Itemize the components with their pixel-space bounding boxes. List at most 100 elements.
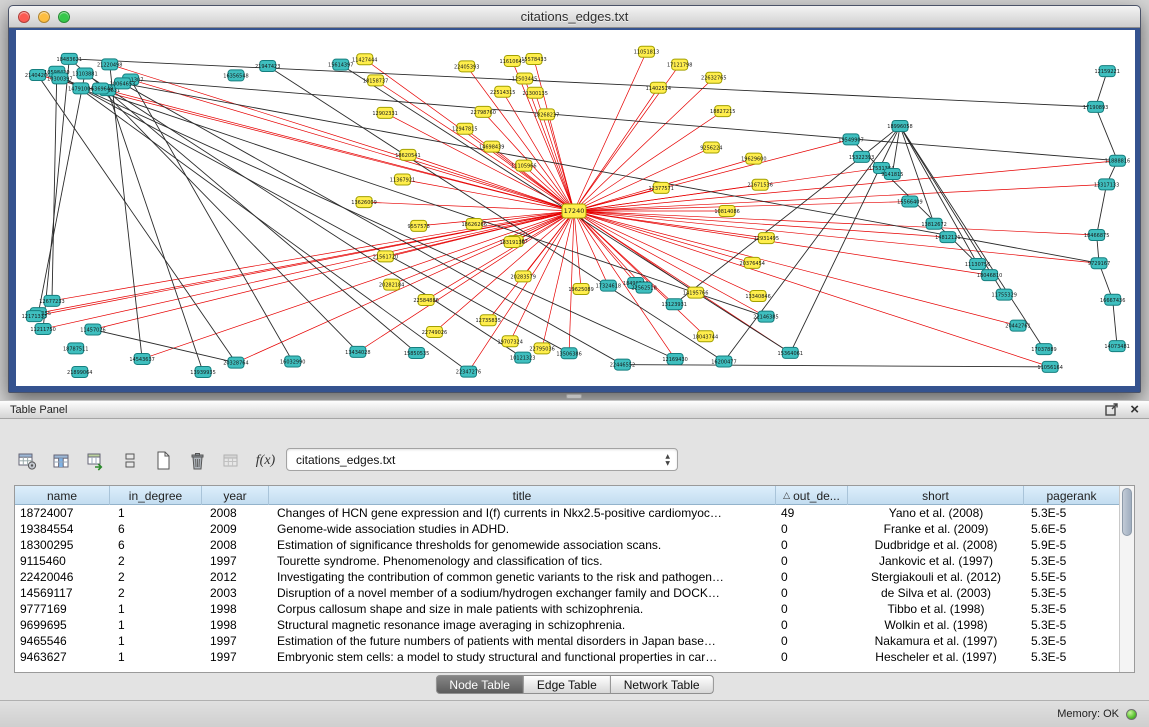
- graph-node[interactable]: 14543637: [129, 353, 154, 364]
- graph-node[interactable]: 11105966: [511, 160, 536, 171]
- graph-node[interactable]: 16667436: [1100, 294, 1125, 305]
- tab-node-table[interactable]: Node Table: [435, 675, 524, 694]
- graph-node[interactable]: 11051813: [634, 46, 659, 57]
- graph-node[interactable]: 21947423: [255, 61, 280, 72]
- column-header-out-degree[interactable]: △out_de...: [776, 486, 848, 505]
- graph-node[interactable]: 18827215: [710, 106, 735, 117]
- graph-node[interactable]: 18268237: [534, 109, 559, 120]
- graph-node[interactable]: 19629600: [741, 153, 766, 164]
- graph-node[interactable]: 15614397: [328, 59, 353, 70]
- graph-node[interactable]: 18046810: [977, 270, 1002, 281]
- graph-node[interactable]: 13506386: [556, 348, 581, 359]
- graph-node[interactable]: 18043744: [693, 331, 718, 342]
- graph-node[interactable]: 12735835: [475, 315, 500, 326]
- minimize-window-button[interactable]: [38, 11, 50, 23]
- graph-node[interactable]: 21561720: [373, 251, 398, 262]
- table-row[interactable]: 2242004622012Investigating the contribut…: [15, 569, 1134, 585]
- memory-status-indicator[interactable]: [1126, 709, 1137, 720]
- graph-node[interactable]: 14195766: [683, 287, 708, 298]
- graph-node[interactable]: 9557578: [408, 220, 430, 231]
- column-header-year[interactable]: year: [202, 486, 269, 505]
- graph-node[interactable]: 9256224: [700, 142, 722, 153]
- graph-node[interactable]: 22347276: [456, 366, 481, 377]
- graph-node[interactable]: 16032990: [280, 356, 305, 367]
- graph-node[interactable]: 22632765: [701, 72, 726, 83]
- graph-node[interactable]: 16200477: [711, 356, 736, 367]
- graph-node[interactable]: 12503445: [512, 73, 537, 84]
- new-table-button[interactable]: [150, 448, 177, 474]
- tab-network-table[interactable]: Network Table: [611, 675, 714, 694]
- graph-node[interactable]: 18996058: [887, 121, 912, 132]
- close-panel-icon[interactable]: ×: [1130, 403, 1139, 416]
- graph-node[interactable]: 15578433: [521, 53, 546, 64]
- function-builder-button[interactable]: f(x): [252, 448, 279, 474]
- graph-node[interactable]: 11755329: [992, 289, 1017, 300]
- graph-node[interactable]: 13103881: [72, 68, 97, 79]
- graph-node[interactable]: 13123931: [662, 299, 687, 310]
- network-canvas[interactable]: 2279503619707324127358352274902622584886…: [16, 30, 1135, 386]
- delete-table-button[interactable]: [184, 448, 211, 474]
- column-header-short[interactable]: short: [848, 486, 1024, 505]
- graph-node[interactable]: 18466875: [1084, 229, 1109, 240]
- table-row[interactable]: 1456911722003Disruption of a novel membe…: [15, 585, 1134, 601]
- show-columns-button[interactable]: [48, 448, 75, 474]
- column-header-pagerank[interactable]: pagerank: [1024, 486, 1120, 505]
- graph-node[interactable]: 11457026: [80, 324, 105, 335]
- graph-node[interactable]: 11367921: [390, 174, 415, 185]
- column-header-name[interactable]: name: [15, 486, 110, 505]
- table-row[interactable]: 1938455462009Genome-wide association stu…: [15, 521, 1134, 537]
- float-panel-icon[interactable]: [1105, 403, 1118, 416]
- graph-node[interactable]: 14698439: [479, 141, 504, 152]
- graph-node[interactable]: 17324618: [596, 280, 621, 291]
- graph-node[interactable]: 15566409: [897, 196, 922, 207]
- graph-node[interactable]: 11056164: [1037, 361, 1062, 372]
- graph-node[interactable]: 12902331: [372, 107, 397, 118]
- graph-node[interactable]: 22584886: [413, 294, 438, 305]
- graph-node[interactable]: 21300135: [522, 87, 547, 98]
- table-row[interactable]: 969969511998Structural magnetic resonanc…: [15, 617, 1134, 633]
- close-window-button[interactable]: [18, 11, 30, 23]
- graph-node[interactable]: 11211750: [30, 324, 55, 335]
- graph-node[interactable]: 21899064: [67, 367, 92, 378]
- graph-node[interactable]: 18483621: [57, 53, 82, 64]
- column-header-in-degree[interactable]: in_degree: [110, 486, 202, 505]
- graph-node[interactable]: 11427444: [352, 54, 377, 65]
- table-row[interactable]: 946362711997Embryonic stem cells: a mode…: [15, 649, 1134, 665]
- graph-node[interactable]: 12159221: [1094, 66, 1119, 77]
- table-row[interactable]: 1830029562008Estimation of significance …: [15, 537, 1134, 553]
- graph-node[interactable]: 14791004: [68, 83, 93, 94]
- graph-node[interactable]: 9729167: [1088, 258, 1110, 269]
- graph-node[interactable]: 13939935: [190, 367, 215, 378]
- graph-node[interactable]: 22446552: [610, 359, 635, 370]
- table-row[interactable]: 911546021997Tourette syndrome. Phenomeno…: [15, 553, 1134, 569]
- graph-node[interactable]: 13626009: [351, 197, 376, 208]
- graph-node[interactable]: 17240: [562, 204, 586, 218]
- graph-node[interactable]: 15850535: [404, 347, 429, 358]
- graph-node[interactable]: 19707324: [497, 336, 522, 347]
- table-row[interactable]: 977716911998Corpus callosum shape and si…: [15, 601, 1134, 617]
- tab-edge-table[interactable]: Edge Table: [524, 675, 611, 694]
- panel-resize-grip[interactable]: [566, 394, 582, 399]
- graph-node[interactable]: 13812672: [921, 218, 946, 229]
- zoom-window-button[interactable]: [58, 11, 70, 23]
- table-scrollbar[interactable]: [1119, 486, 1134, 672]
- graph-node[interactable]: 12947815: [452, 123, 477, 134]
- row-options-button[interactable]: [116, 448, 143, 474]
- graph-node[interactable]: 10121323: [510, 352, 535, 363]
- graph-node[interactable]: 22749026: [422, 326, 447, 337]
- graph-node[interactable]: 21671536: [747, 179, 772, 190]
- graph-node[interactable]: 12931495: [754, 233, 779, 244]
- graph-node[interactable]: 11888816: [1105, 155, 1130, 166]
- merge-table-button[interactable]: [218, 448, 245, 474]
- graph-node[interactable]: 13434028: [345, 346, 370, 357]
- table-selector-combobox[interactable]: citations_edges.txt ▲▼: [286, 448, 678, 471]
- graph-node[interactable]: 9141815: [881, 168, 903, 179]
- graph-node[interactable]: 17121798: [667, 59, 692, 70]
- graph-node[interactable]: 14073481: [1104, 341, 1129, 352]
- graph-node[interactable]: 22146385: [753, 311, 778, 322]
- graph-node[interactable]: 18787511: [63, 343, 88, 354]
- graph-node[interactable]: 19549907: [838, 134, 863, 145]
- table-settings-button[interactable]: [14, 448, 41, 474]
- graph-node[interactable]: 11402514: [646, 82, 671, 93]
- graph-node[interactable]: 15364061: [778, 347, 803, 358]
